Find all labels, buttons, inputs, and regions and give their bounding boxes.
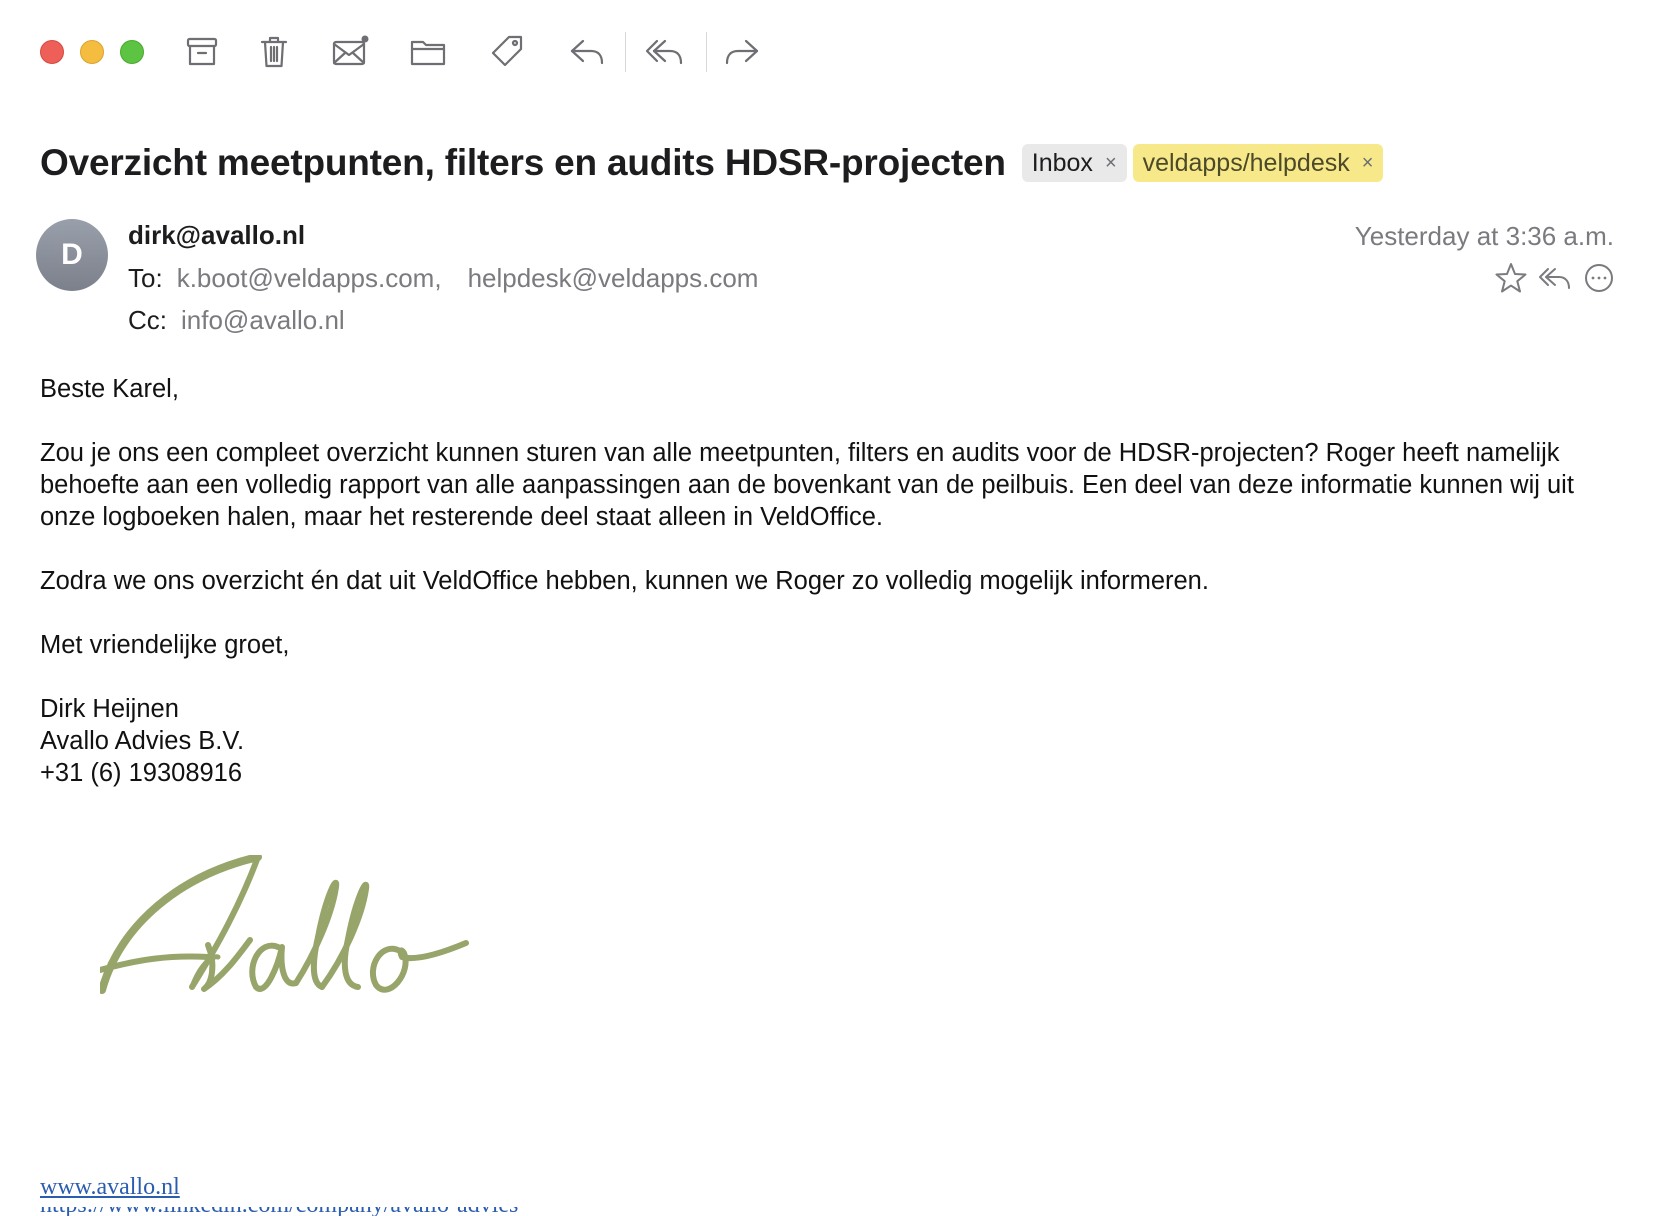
reply-all-icon[interactable] [1536,259,1574,297]
linkedin-link-text: https://www.linkedin.com/company/avallo-… [40,1207,518,1216]
trash-icon[interactable] [250,28,298,76]
body-paragraph: Zou je ons een compleet overzicht kunnen… [40,439,1574,531]
toolbar-divider [706,32,707,72]
forward-icon[interactable] [718,28,766,76]
reply-all-icon[interactable] [641,28,689,76]
signature-phone: +31 (6) 19308916 [40,759,243,787]
reply-icon[interactable] [563,28,611,76]
avallo-logo [100,855,469,994]
star-icon[interactable] [1492,259,1530,297]
zoom-window-button[interactable] [120,40,144,64]
sender-address[interactable]: dirk@avallo.nl [128,220,305,251]
website-link[interactable]: www.avallo.nl [40,1174,180,1201]
cc-row: Cc: info@avallo.nl [128,305,345,336]
sender-avatar: D [36,219,108,291]
more-icon[interactable] [1580,259,1618,297]
archive-icon[interactable] [178,28,226,76]
remove-tag-icon[interactable]: × [1362,152,1374,175]
tag-icon[interactable] [483,28,531,76]
message-date: Yesterday at 3:36 a.m. [1354,221,1614,251]
signature: Dirk Heijnen Avallo Advies B.V. +31 (6) … [40,693,1614,789]
closing: Met vriendelijke groet, [40,631,290,659]
minimize-window-button[interactable] [80,40,104,64]
mail-unread-icon[interactable] [326,28,374,76]
window-controls [40,40,144,64]
toolbar-divider [625,32,626,72]
linkedin-link[interactable]: https://www.linkedin.com/company/avallo-… [40,1207,518,1216]
recipient-address[interactable]: helpdesk@veldapps.com [468,263,759,293]
remove-tag-icon[interactable]: × [1105,152,1117,175]
avatar-initial: D [61,238,83,271]
to-label: To: [128,263,163,293]
header-actions [1492,259,1618,297]
signature-company: Avallo Advies B.V. [40,727,245,755]
mailbox-tag-inbox[interactable]: Inbox × [1021,144,1127,182]
subject-row: Overzicht meetpunten, filters en audits … [40,142,1594,184]
cc-address[interactable]: info@avallo.nl [181,305,345,335]
tag-label: veldapps/helpdesk [1142,148,1350,177]
close-window-button[interactable] [40,40,64,64]
message-body: Beste Karel, Zou je ons een compleet ove… [40,373,1614,789]
recipient-address[interactable]: k.boot@veldapps.com, [177,263,442,293]
folder-icon[interactable] [404,28,452,76]
signature-name: Dirk Heijnen [40,695,179,723]
mail-window: Overzicht meetpunten, filters en audits … [0,0,1654,1216]
to-row: To: k.boot@veldapps.com, helpdesk@veldapps… [128,263,758,294]
tag-label: Inbox [1031,148,1093,177]
body-paragraph: Zodra we ons overzicht én dat uit VeldOf… [40,567,1209,595]
mailbox-tag-helpdesk[interactable]: veldapps/helpdesk × [1132,144,1384,182]
message-subject: Overzicht meetpunten, filters en audits … [40,142,1006,183]
greeting: Beste Karel, [40,375,179,403]
cc-label: Cc: [128,305,167,335]
